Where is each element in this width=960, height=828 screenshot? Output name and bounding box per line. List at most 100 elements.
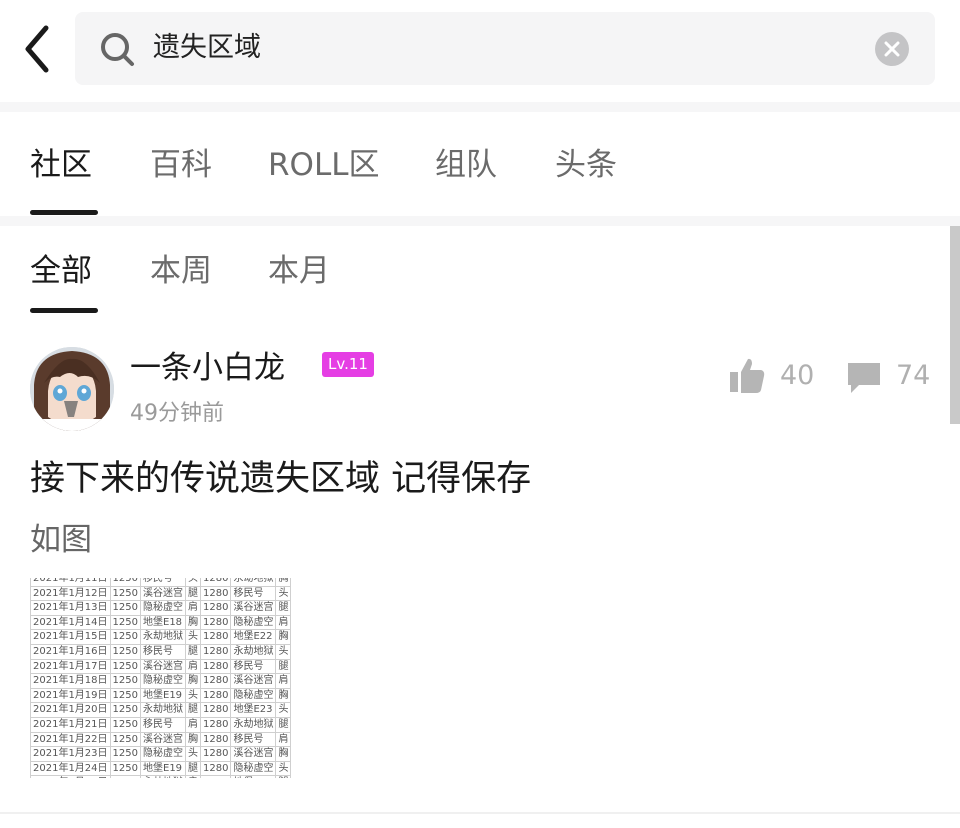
table-cell: 头 xyxy=(185,746,201,762)
like-button[interactable] xyxy=(728,356,766,396)
post-title[interactable]: 接下来的传说遗失区域 记得保存 xyxy=(30,456,531,502)
table-cell: 头 xyxy=(275,760,292,777)
table-cell: 胸 xyxy=(185,673,201,689)
table-cell: 1250 xyxy=(109,702,142,718)
table-cell: 肩 xyxy=(185,658,201,675)
post-image[interactable]: 2021年1月11日 1250 移民号头 1280 永劫地狱胸 2021年1月12日 125… xyxy=(30,578,320,778)
table-row: 2021年1月24日 1250 地堡E19 腿 1280 隐秘虚空头 xyxy=(30,760,292,777)
table-row: 2021年1月19日 1250 地堡E19 头 1280 隐秘虚空胸 xyxy=(30,687,292,704)
table-cell: 2021年1月16日 xyxy=(30,643,111,660)
clear-search-button[interactable] xyxy=(875,32,909,66)
table-cell: 永劫地狱 xyxy=(140,775,186,778)
table-cell: 1250 xyxy=(109,614,142,631)
search-input[interactable]: 遗失区域 xyxy=(153,30,261,66)
table-cell: 肩 xyxy=(185,775,201,778)
table-cell: 永劫地狱 xyxy=(140,702,186,718)
subtab-this-month[interactable]: 本月 xyxy=(268,250,330,292)
clear-circle-icon xyxy=(884,41,900,57)
table-cell: 1280 xyxy=(199,716,232,733)
table-row: 2021年1月12日 1250 溪谷迷宫腿 1280 移民号头 xyxy=(30,585,292,602)
table-cell: 肩 xyxy=(185,600,201,616)
table-cell: 腿 xyxy=(275,775,292,778)
search-icon xyxy=(101,33,134,66)
table-row: 2021年1月21日 1250 移民号肩 1280 永劫地狱腿 xyxy=(30,716,292,733)
table-row: 2021年1月14日 1250 地堡E18 胸 1280 隐秘虚空肩 xyxy=(30,614,292,631)
table-cell: 2021年1月22日 xyxy=(30,731,111,748)
section-divider xyxy=(0,216,960,226)
table-cell: 永劫地狱 xyxy=(230,578,277,587)
avatar[interactable] xyxy=(30,347,114,431)
table-row: 2021年1月20日 1250 永劫地狱腿 1280 地堡E23 头 xyxy=(30,702,292,718)
table-cell: 1250 xyxy=(109,775,142,778)
scrollbar[interactable] xyxy=(950,226,960,424)
table-cell: 1250 xyxy=(109,760,142,777)
table-cell: 胸 xyxy=(275,746,292,762)
table-cell: 胸 xyxy=(275,687,292,704)
table-cell: 胸 xyxy=(275,578,292,587)
table-cell: 1250 xyxy=(109,629,142,645)
table-cell: 1250 xyxy=(109,687,142,704)
table-cell: 2021年1月15日 xyxy=(30,629,111,645)
anime-avatar-icon xyxy=(30,347,114,431)
table-row: 2021年1月22日 1250 溪谷迷宫胸 1280 移民号肩 xyxy=(30,731,292,748)
table-row: 2021年1月18日 1250 隐秘虚空胸 1280 溪谷迷宫肩 xyxy=(30,673,292,689)
comment-button[interactable] xyxy=(845,360,883,396)
table-cell: 永劫地狱 xyxy=(230,643,277,660)
table-cell: 隐秘虚空 xyxy=(140,673,186,689)
tab-headlines[interactable]: 头条 xyxy=(555,144,617,186)
table-cell: 胸 xyxy=(275,629,292,645)
tab-team[interactable]: 组队 xyxy=(435,144,497,186)
table-cell: 地堡E19 xyxy=(140,687,186,704)
table-cell: 移民号 xyxy=(230,658,277,675)
table-cell: 移民号 xyxy=(140,643,186,660)
table-cell: 头 xyxy=(185,578,201,587)
table-cell: 腿 xyxy=(185,643,201,660)
table-cell: 移民号 xyxy=(230,585,277,602)
level-badge: Lv.11 xyxy=(322,352,374,377)
table-cell: 永劫地狱 xyxy=(140,629,186,645)
table-cell: 1250 xyxy=(109,658,142,675)
tab-roll[interactable]: ROLL区 xyxy=(268,144,379,186)
table-cell: 肩 xyxy=(275,673,292,689)
table-cell: 肩 xyxy=(185,716,201,733)
table-row: 2021年1月17日 1250 溪谷迷宫肩 1280 移民号腿 xyxy=(30,658,292,675)
table-cell: 1280 xyxy=(199,600,232,616)
table-row: 2021年1月13日 1250 隐秘虚空肩 1280 溪谷迷宫腿 xyxy=(30,600,292,616)
table-cell: 1280 xyxy=(199,673,232,689)
table-cell: 1280 xyxy=(199,658,232,675)
back-button[interactable] xyxy=(18,22,62,78)
section-divider xyxy=(0,102,960,112)
table-cell: 胸 xyxy=(185,731,201,748)
table-cell: 腿 xyxy=(275,658,292,675)
table-cell: 隐秘虚空 xyxy=(140,600,186,616)
table-cell: 胸 xyxy=(185,614,201,631)
table-cell: 移民号 xyxy=(140,578,186,587)
table-cell: 溪谷迷宫 xyxy=(230,673,277,689)
table-cell: 1280 xyxy=(199,760,232,777)
table-cell: 1250 xyxy=(109,578,142,587)
subtab-all[interactable]: 全部 xyxy=(30,250,92,292)
table-cell: 2021年1月20日 xyxy=(30,702,111,718)
table-cell: 2021年1月25日 xyxy=(30,775,111,778)
table-cell: 地堡E23 xyxy=(230,702,277,718)
table-cell: 永劫地狱 xyxy=(230,716,277,733)
table-cell: 腿 xyxy=(185,585,201,602)
schedule-table: 2021年1月11日 1250 移民号头 1280 永劫地狱胸 2021年1月12日 125… xyxy=(30,578,292,778)
table-cell: 1250 xyxy=(109,585,142,602)
table-cell: 肩 xyxy=(275,614,292,631)
table-cell: 腿 xyxy=(185,702,201,718)
like-count: 40 xyxy=(780,360,815,391)
table-cell: 2021年1月11日 xyxy=(30,578,111,587)
section-divider xyxy=(0,812,960,814)
table-cell: 1280 xyxy=(199,687,232,704)
tab-wiki[interactable]: 百科 xyxy=(150,144,212,186)
subtab-this-week[interactable]: 本周 xyxy=(150,250,212,292)
search-bar[interactable]: 遗失区域 xyxy=(75,12,935,85)
table-cell: 1280 xyxy=(199,629,232,645)
tab-community[interactable]: 社区 xyxy=(30,144,92,186)
table-cell: 2021年1月18日 xyxy=(30,673,111,689)
table-cell: 1280 xyxy=(199,643,232,660)
table-row: 2021年1月23日 1250 隐秘虚空头 1280 溪谷迷宫胸 xyxy=(30,746,292,762)
table-cell: 腿 xyxy=(275,716,292,733)
author-name[interactable]: 一条小白龙 xyxy=(130,348,285,388)
